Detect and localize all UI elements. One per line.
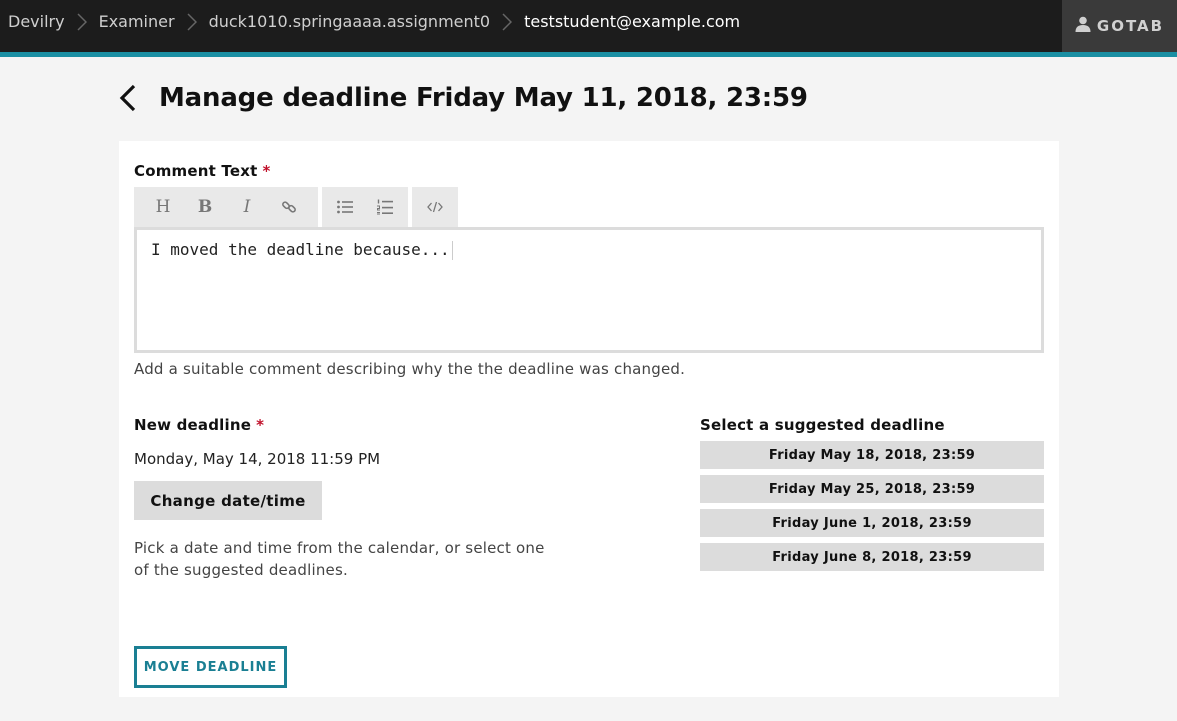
suggested-deadline-button[interactable]: Friday June 1, 2018, 23:59 (700, 509, 1044, 537)
chevron-right-icon (175, 12, 209, 31)
suggested-deadline-button[interactable]: Friday May 18, 2018, 23:59 (700, 441, 1044, 469)
change-datetime-button[interactable]: Change date/time (134, 481, 322, 520)
page-title: Manage deadline Friday May 11, 2018, 23:… (159, 83, 808, 113)
breadcrumb-examiner[interactable]: Examiner (99, 12, 175, 31)
selected-deadline-value: Monday, May 14, 2018 11:59 PM (134, 450, 381, 468)
new-deadline-label: New deadline * (134, 416, 264, 434)
bold-button[interactable]: B (184, 187, 226, 227)
suggested-deadline-button[interactable]: Friday May 25, 2018, 23:59 (700, 475, 1044, 503)
comment-help-text: Add a suitable comment describing why th… (134, 360, 686, 378)
move-deadline-button[interactable]: MOVE DEADLINE (134, 646, 287, 688)
editor-toolbar: H B I (134, 187, 462, 227)
chevron-right-icon (65, 12, 99, 31)
bullet-list-icon[interactable] (325, 187, 365, 227)
toolbar-group-lists (322, 187, 408, 227)
heading-button[interactable]: H (142, 187, 184, 227)
comment-label: Comment Text * (134, 162, 271, 180)
code-icon[interactable] (416, 187, 454, 227)
comment-value: I moved the deadline because... (151, 240, 453, 260)
user-name: GOTAB (1096, 17, 1165, 35)
suggested-deadline-label: Select a suggested deadline (700, 416, 945, 434)
toolbar-group-format: H B I (134, 187, 318, 227)
back-icon[interactable] (118, 80, 144, 116)
breadcrumb-assignment[interactable]: duck1010.springaaaa.assignment0 (209, 12, 491, 31)
required-mark: * (256, 416, 265, 434)
suggested-deadline-button[interactable]: Friday June 8, 2018, 23:59 (700, 543, 1044, 571)
accent-strip (0, 52, 1177, 57)
link-icon[interactable] (268, 187, 310, 227)
breadcrumb-student: teststudent@example.com (524, 12, 741, 31)
manage-deadline-form: Comment Text * H B I I moved the deadline… (119, 141, 1059, 697)
title-row: Manage deadline Friday May 11, 2018, 23:… (118, 80, 808, 116)
breadcrumb: Devilry Examiner duck1010.springaaaa.ass… (0, 0, 740, 43)
top-navigation-bar: Devilry Examiner duck1010.springaaaa.ass… (0, 0, 1177, 52)
required-mark: * (262, 162, 271, 180)
comment-value-text: I moved the deadline because... (151, 240, 450, 259)
comment-textarea[interactable]: I moved the deadline because... (134, 227, 1044, 353)
chevron-right-icon (490, 12, 524, 31)
text-caret (451, 241, 453, 260)
new-deadline-label-text: New deadline (134, 416, 252, 434)
suggested-deadline-list: Friday May 18, 2018, 23:59 Friday May 25… (700, 441, 1044, 577)
numbered-list-icon[interactable] (365, 187, 405, 227)
comment-label-text: Comment Text (134, 162, 258, 180)
deadline-help-text: Pick a date and time from the calendar, … (134, 539, 545, 579)
italic-button[interactable]: I (226, 187, 268, 227)
breadcrumb-devilry[interactable]: Devilry (0, 12, 65, 31)
user-icon (1075, 16, 1091, 36)
toolbar-group-code (412, 187, 458, 227)
user-menu-button[interactable]: GOTAB (1062, 0, 1177, 52)
